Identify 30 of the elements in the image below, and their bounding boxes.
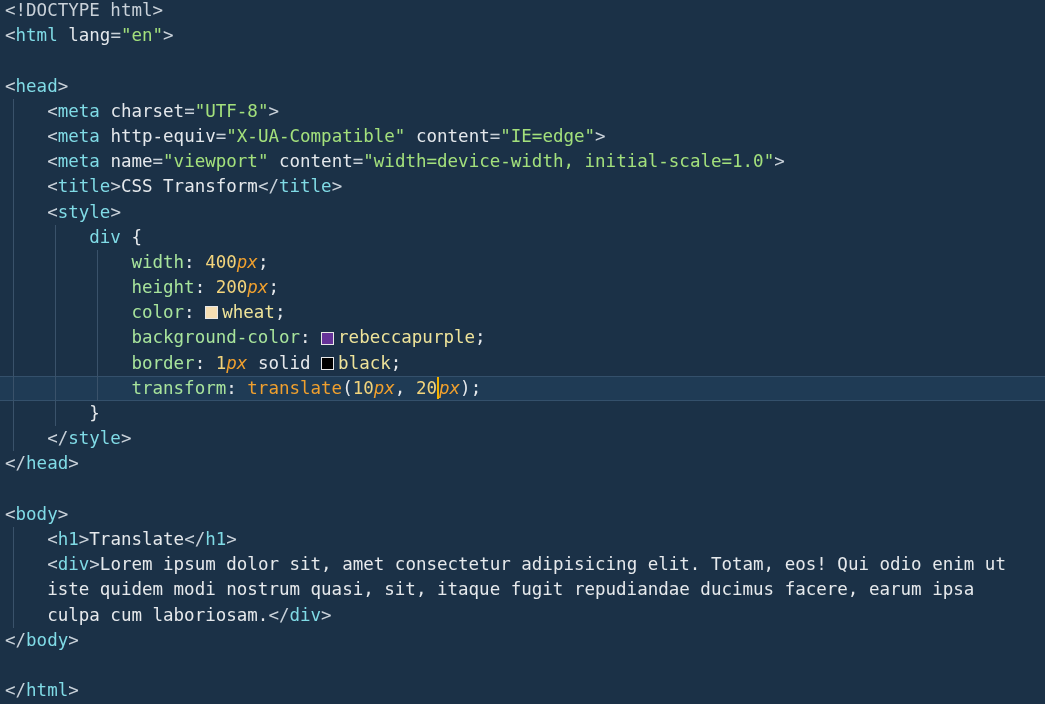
code-text: <div>Lorem ipsum dolor sit, amet consectetur adipisicing elit. Totam, eos! Qui odio enim ut xyxy=(47,553,1006,577)
code-text: <h1>Translate</h1> xyxy=(47,527,237,551)
code-text: transform: translate(10px, 20 xyxy=(131,376,437,400)
code-text: <meta name="viewport" content="width=device-width, initial-scale=1.0"> xyxy=(47,150,785,174)
code-text: <body> xyxy=(5,502,69,526)
code-text: px); xyxy=(439,376,482,400)
code-text: } xyxy=(89,402,100,425)
code-text: <style> xyxy=(47,200,121,224)
code-text: background-color: xyxy=(131,326,312,350)
code-text: <!DOCTYPE html> xyxy=(5,0,164,22)
code-text: <head> xyxy=(5,74,69,98)
code-text: culpa cum laboriosam.</div> xyxy=(47,603,332,627)
code-text: div { xyxy=(89,225,142,249)
code-text: height: 200px; xyxy=(131,276,279,300)
code-text: </style> xyxy=(47,427,132,451)
code-text: black; xyxy=(338,351,402,375)
code-text: <html lang="en"> xyxy=(5,24,174,48)
code-text: <meta charset="UTF-8"> xyxy=(47,99,279,123)
code-text: <title>CSS Transform</title> xyxy=(47,175,343,199)
code-text: width: 400px; xyxy=(131,250,269,274)
code-text: iste quidem modi nostrum quasi, sit, itaque fugit repudiandae ducimus facere, earum ipsa xyxy=(47,578,975,602)
code-text: </body> xyxy=(5,628,79,652)
code-text: </html> xyxy=(5,679,79,703)
code-text: border: 1px solid xyxy=(131,351,312,375)
code-text: rebeccapurple; xyxy=(338,326,486,350)
text-cursor xyxy=(437,377,439,400)
code-text: <meta http-equiv="X-UA-Compatible" content="IE=edge"> xyxy=(47,124,606,148)
code-text: color: xyxy=(131,301,196,325)
code-text: </head> xyxy=(5,452,79,476)
code-text: wheat; xyxy=(222,301,286,325)
